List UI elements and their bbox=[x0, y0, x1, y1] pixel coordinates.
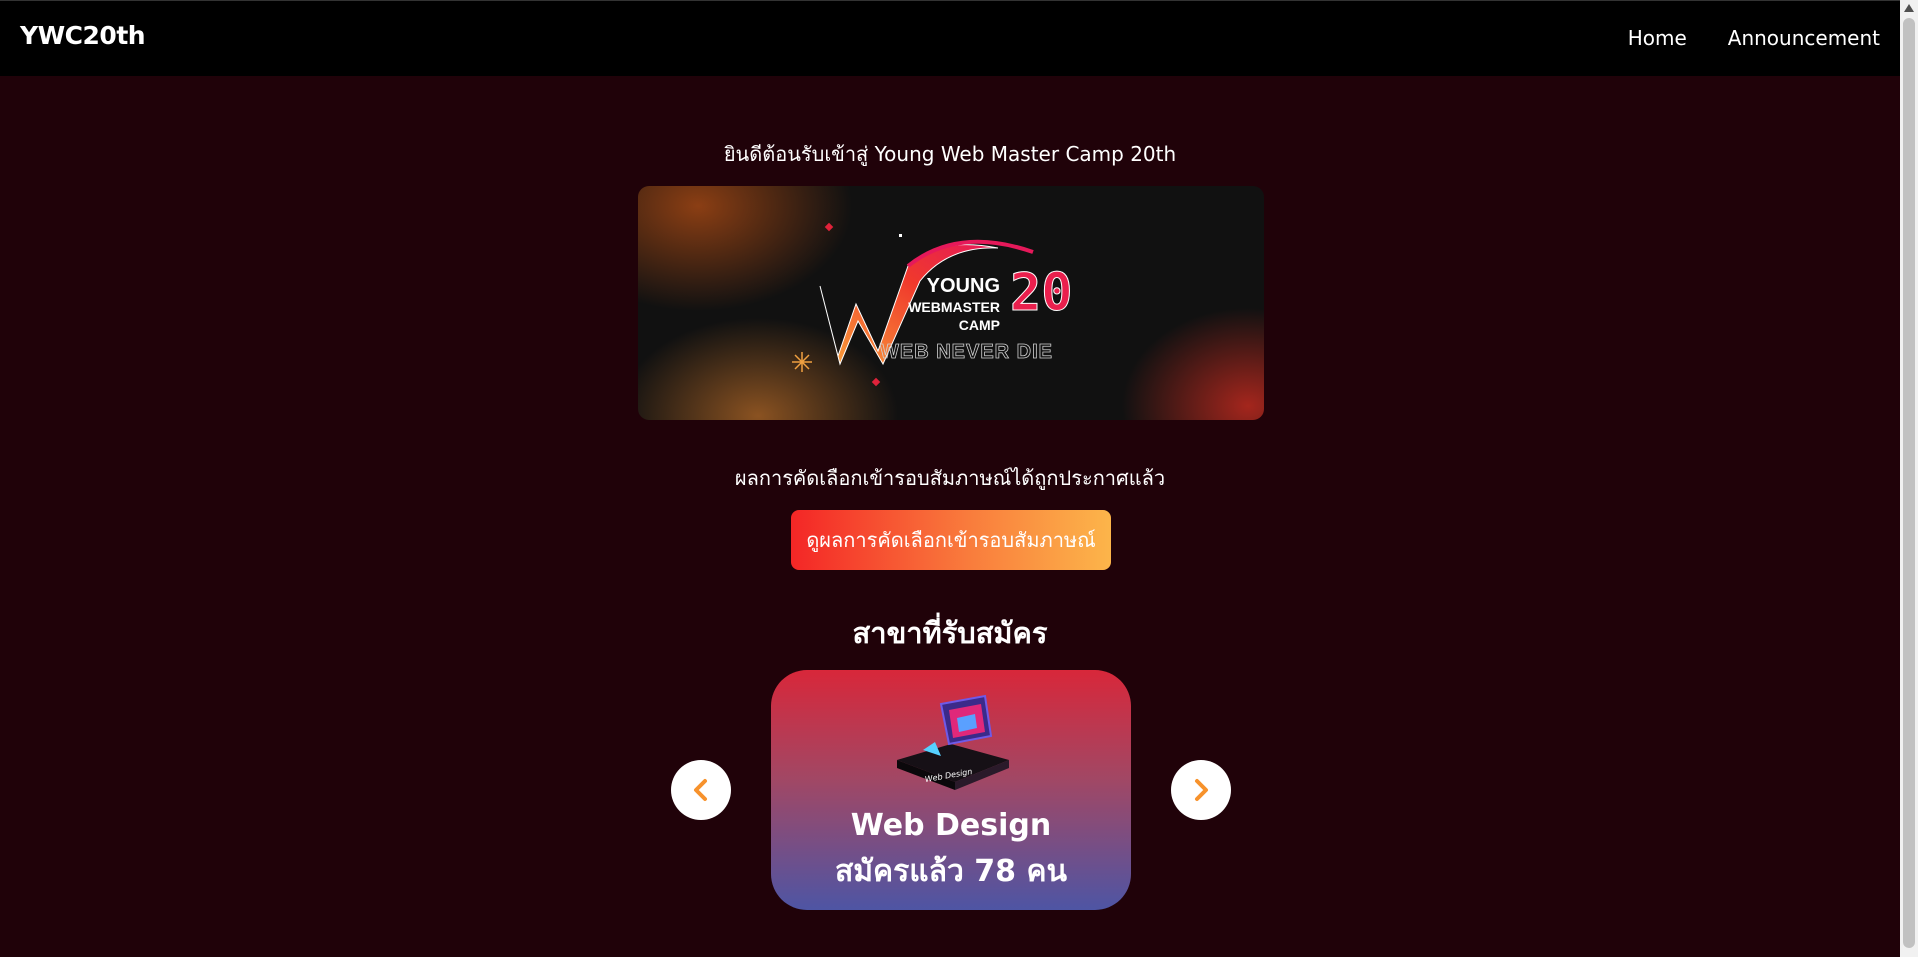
nav-link-announcement[interactable]: Announcement bbox=[1728, 26, 1880, 50]
logo-number: 20 bbox=[1010, 263, 1073, 323]
brand-logo[interactable]: YWC20th bbox=[20, 21, 146, 50]
applicant-count: สมัครแล้ว 78 คน bbox=[834, 854, 1068, 889]
welcome-text: ยินดีต้อนรับเข้าสู่ Young Web Master Cam… bbox=[723, 142, 1177, 166]
page-scrollbar[interactable] bbox=[1900, 0, 1918, 957]
carousel-prev-button[interactable] bbox=[671, 760, 731, 820]
logo-tagline: WEB NEVER DIE bbox=[880, 341, 1053, 363]
camp-logo: YOUNG WEBMASTER CAMP 20 WEB NEVER DIE bbox=[792, 222, 1073, 387]
major-card[interactable]: Web Design Web Design สมัครแล้ว 78 คน bbox=[771, 670, 1131, 910]
star-icon bbox=[792, 352, 812, 372]
major-name: Web Design bbox=[850, 808, 1052, 843]
scrollbar-thumb[interactable] bbox=[1903, 18, 1915, 948]
navbar: YWC20th Home Announcement bbox=[0, 0, 1900, 76]
web-design-illustration: Web Design bbox=[897, 694, 1009, 790]
sparkle-icon bbox=[899, 234, 902, 237]
nav-links: Home Announcement bbox=[1628, 26, 1880, 50]
sparkle-icon bbox=[871, 377, 881, 387]
view-results-button[interactable]: ดูผลการคัดเลือกเข้ารอบสัมภาษณ์ bbox=[791, 510, 1111, 570]
logo-line-young: YOUNG bbox=[927, 275, 1000, 297]
chevron-right-icon bbox=[1195, 779, 1208, 801]
carousel-next-button[interactable] bbox=[1171, 760, 1231, 820]
nav-link-home[interactable]: Home bbox=[1628, 26, 1687, 50]
section-title-majors: สาขาที่รับสมัคร bbox=[852, 616, 1048, 650]
camp-banner: YOUNG WEBMASTER CAMP 20 WEB NEVER DIE bbox=[638, 186, 1264, 420]
logo-line-camp: CAMP bbox=[959, 317, 1000, 333]
announcement-text: ผลการคัดเลือกเข้ารอบสัมภาษณ์ได้ถูกประกาศ… bbox=[734, 466, 1166, 490]
chevron-left-icon bbox=[694, 779, 707, 801]
sparkle-icon bbox=[824, 222, 834, 232]
scroll-up-icon[interactable] bbox=[1904, 4, 1914, 12]
logo-line-webmaster: WEBMASTER bbox=[908, 299, 1000, 315]
